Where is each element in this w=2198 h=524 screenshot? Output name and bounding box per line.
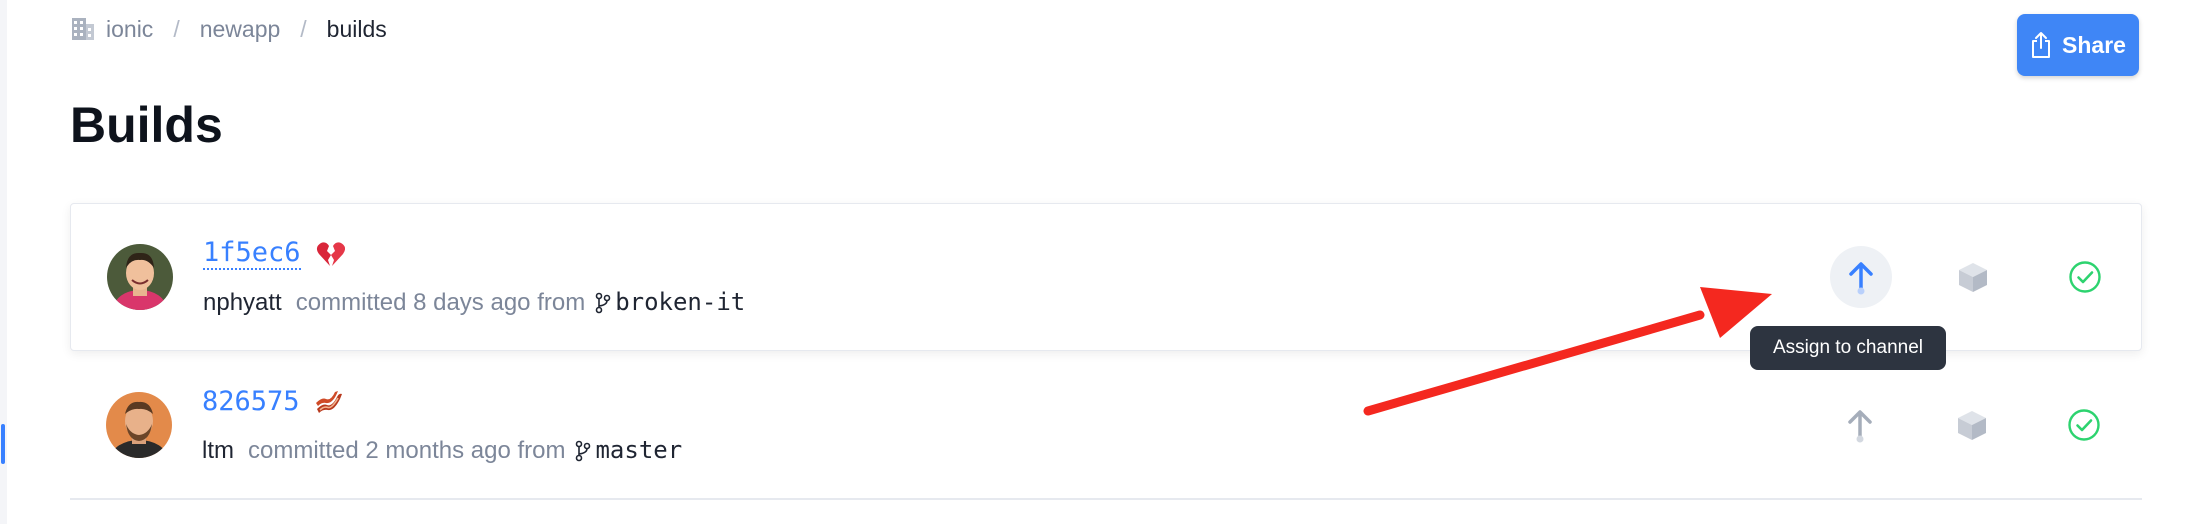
commit-author: ltm — [202, 437, 234, 464]
arrow-up-icon — [1849, 262, 1873, 295]
check-circle-icon — [2069, 261, 2101, 293]
page-title: Builds — [70, 97, 223, 153]
assign-channel-button[interactable] — [1830, 246, 1892, 308]
assign-channel-tooltip: Assign to channel — [1750, 326, 1946, 370]
breadcrumb-separator: / — [300, 15, 307, 42]
avatar — [106, 392, 172, 458]
share-button-label: Share — [2062, 31, 2126, 58]
breadcrumb: ionic / newapp / builds — [70, 12, 387, 46]
branch-name: master — [595, 436, 683, 464]
avatar — [107, 244, 173, 310]
check-circle-icon — [2068, 409, 2100, 441]
breadcrumb-org[interactable]: ionic — [106, 16, 153, 43]
build-status-indicator — [2053, 394, 2115, 456]
package-box-icon — [1959, 263, 1987, 292]
build-status-indicator — [2054, 246, 2116, 308]
left-rail-marker — [1, 424, 5, 464]
git-branch-icon — [576, 440, 591, 461]
arrow-up-icon — [1848, 410, 1872, 443]
git-branch-icon — [595, 292, 611, 313]
download-package-button[interactable] — [1942, 246, 2004, 308]
build-row: 826575 ltm committed 2 months ago from m… — [70, 352, 2142, 500]
breadcrumb-app[interactable]: newapp — [200, 16, 281, 43]
commit-hash-link[interactable]: 826575 — [202, 386, 300, 417]
breadcrumb-separator: / — [173, 15, 180, 42]
share-button[interactable]: Share — [2017, 14, 2139, 76]
share-upload-icon — [2032, 32, 2051, 58]
commit-author: nphyatt — [203, 289, 282, 316]
commit-time: committed 8 days ago from — [295, 289, 586, 316]
package-box-icon — [1958, 411, 1986, 440]
download-package-button[interactable] — [1941, 394, 2003, 456]
commit-hash-link[interactable]: 1f5ec6 — [203, 238, 301, 270]
building-icon — [72, 18, 94, 40]
assign-channel-button[interactable] — [1829, 394, 1891, 456]
broken-heart-icon — [316, 242, 345, 266]
bacon-icon — [315, 390, 342, 413]
left-rail — [0, 0, 7, 524]
breadcrumb-current: builds — [326, 15, 387, 42]
branch-name: broken-it — [615, 288, 746, 316]
commit-time: committed 2 months ago from — [248, 437, 566, 464]
